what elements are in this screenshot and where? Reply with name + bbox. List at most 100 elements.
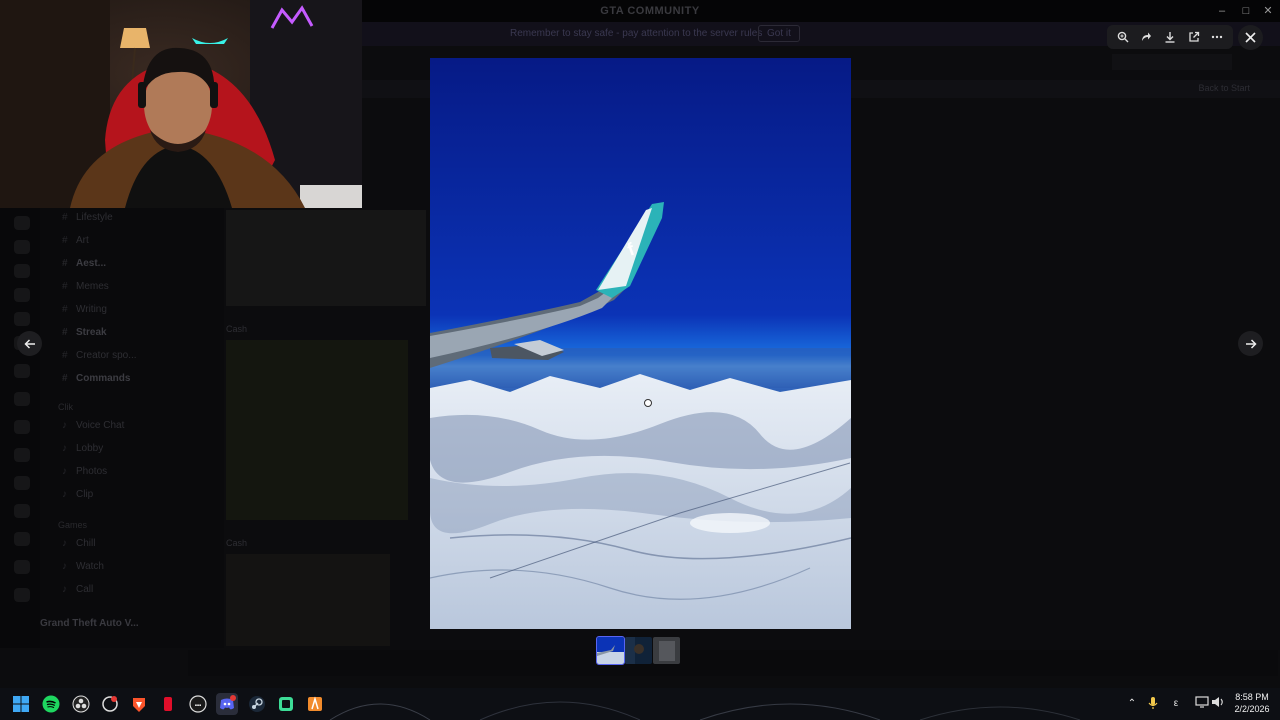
server-icon[interactable] <box>14 240 30 254</box>
voice-channel-item[interactable]: ♪ Chill <box>62 538 95 554</box>
microphone-icon[interactable] <box>1145 696 1161 712</box>
server-icon[interactable] <box>14 420 30 434</box>
notice-button[interactable]: Got it <box>758 25 800 42</box>
server-icon[interactable] <box>14 532 30 546</box>
forward-icon[interactable] <box>1137 28 1155 46</box>
channel-item[interactable]: # Commands <box>62 373 130 389</box>
hash-icon: # <box>62 373 68 384</box>
clock-date: 2/2/2026 <box>1234 704 1270 714</box>
notice-text: Remember to stay safe - pay attention to… <box>510 28 763 39</box>
thumbnail-selected[interactable] <box>596 636 625 665</box>
previous-image-button[interactable] <box>17 331 42 356</box>
channel-item[interactable]: # Streak <box>62 327 107 343</box>
app-green-icon[interactable] <box>275 693 297 715</box>
server-icon[interactable] <box>14 216 30 230</box>
speaker-icon: ♪ <box>62 443 67 454</box>
channel-label: Voice Chat <box>76 420 125 431</box>
voice-channel-item[interactable]: ♪ Voice Chat <box>62 420 124 436</box>
more-icon[interactable] <box>1208 28 1226 46</box>
close-viewer-button[interactable] <box>1238 25 1263 50</box>
server-icon[interactable] <box>14 288 30 302</box>
game-activity[interactable]: Grand Theft Auto V... <box>40 618 160 629</box>
voice-channel-item[interactable]: ♪ Lobby <box>62 443 103 459</box>
speaker-icon: ♪ <box>62 489 67 500</box>
speaker-icon: ♪ <box>62 584 67 595</box>
arrow-left-icon <box>23 338 35 349</box>
server-icon[interactable] <box>14 448 30 462</box>
window-title: GTA COMMUNITY <box>600 5 700 17</box>
channel-label: Chill <box>76 538 96 549</box>
zoom-icon[interactable] <box>1114 28 1132 46</box>
channel-category[interactable]: Clik <box>58 402 73 412</box>
server-icon[interactable] <box>14 264 30 278</box>
hash-icon: # <box>62 304 68 315</box>
server-icon[interactable] <box>14 364 30 378</box>
steam-icon[interactable] <box>246 693 268 715</box>
clock-time: 8:58 PM <box>1235 692 1269 702</box>
app-circle-icon[interactable]: ▪▪▪ <box>187 693 209 715</box>
channel-label: Call <box>76 584 94 595</box>
server-icon[interactable] <box>14 560 30 574</box>
server-icon[interactable] <box>14 392 30 406</box>
channel-label: Commands <box>76 373 131 384</box>
search-input[interactable] <box>1112 54 1232 70</box>
minimize-icon[interactable]: – <box>1212 3 1232 19</box>
hash-icon: # <box>62 281 68 292</box>
viewer-image[interactable]: f <box>430 58 851 629</box>
message-image[interactable] <box>226 210 426 306</box>
server-icon[interactable] <box>14 588 30 602</box>
obs-icon[interactable] <box>70 693 92 715</box>
channel-item[interactable]: # Writing <box>62 304 107 320</box>
jump-label[interactable]: Back to Start <box>1198 83 1250 93</box>
app-sync-icon[interactable] <box>99 693 121 715</box>
voice-channel-item[interactable]: ♪ Call <box>62 584 93 600</box>
message-author[interactable]: Cash <box>226 324 247 334</box>
voice-channel-item[interactable]: ♪ Photos <box>62 466 107 482</box>
open-external-icon[interactable] <box>1185 28 1203 46</box>
volume-icon[interactable] <box>1210 696 1226 712</box>
speaker-icon: ♪ <box>62 538 67 549</box>
server-icon[interactable] <box>14 476 30 490</box>
channel-label: Memes <box>76 281 109 292</box>
clock[interactable]: 8:58 PM 2/2/2026 <box>1230 691 1274 715</box>
speaker-icon: ♪ <box>62 561 67 572</box>
chevron-up-icon[interactable]: ⌃ <box>1124 696 1140 712</box>
server-icon[interactable] <box>14 504 30 518</box>
brave-icon[interactable] <box>128 693 150 715</box>
network-icon[interactable] <box>1194 696 1210 712</box>
voice-channel-item[interactable]: ♪ Clip <box>62 489 93 505</box>
channel-list: # Lifestyle # Art # Aest... # Memes # Writing… <box>40 208 224 648</box>
server-icon[interactable] <box>14 312 30 326</box>
discord-icon[interactable] <box>216 693 238 715</box>
channel-item[interactable]: # Art <box>62 235 89 251</box>
hash-icon: # <box>62 350 68 361</box>
window-close-icon[interactable]: ✕ <box>1258 3 1278 19</box>
message-image[interactable] <box>226 554 390 646</box>
hash-icon: # <box>62 235 68 246</box>
language-icon[interactable]: ε <box>1168 696 1184 712</box>
message-image[interactable] <box>226 340 408 520</box>
channel-item[interactable]: # Memes <box>62 281 109 297</box>
thumbnail[interactable] <box>653 637 680 664</box>
next-image-button[interactable] <box>1238 331 1263 356</box>
svg-text:▪▪▪: ▪▪▪ <box>195 703 201 709</box>
channel-label: Photos <box>76 466 108 477</box>
app-orange-icon[interactable] <box>304 693 326 715</box>
windows-start-icon[interactable] <box>10 693 32 715</box>
hash-icon: # <box>62 327 68 338</box>
message-composer[interactable] <box>188 650 1278 676</box>
download-icon[interactable] <box>1161 28 1179 46</box>
channel-item[interactable]: # Creator spo... <box>62 350 137 366</box>
maximize-icon[interactable]: □ <box>1236 3 1256 19</box>
thumbnail[interactable] <box>625 637 652 664</box>
channel-label: Clip <box>76 489 94 500</box>
spotify-icon[interactable] <box>40 693 62 715</box>
app-red-icon[interactable] <box>157 693 179 715</box>
voice-channel-item[interactable]: ♪ Watch <box>62 561 104 577</box>
channel-item[interactable]: # Aest... <box>62 258 106 274</box>
channel-item[interactable]: # Lifestyle <box>62 212 113 228</box>
channel-label: Streak <box>76 327 107 338</box>
channel-category[interactable]: Games <box>58 520 87 530</box>
airplane-wing-photo: f <box>430 58 851 629</box>
message-author[interactable]: Cash <box>226 538 247 548</box>
